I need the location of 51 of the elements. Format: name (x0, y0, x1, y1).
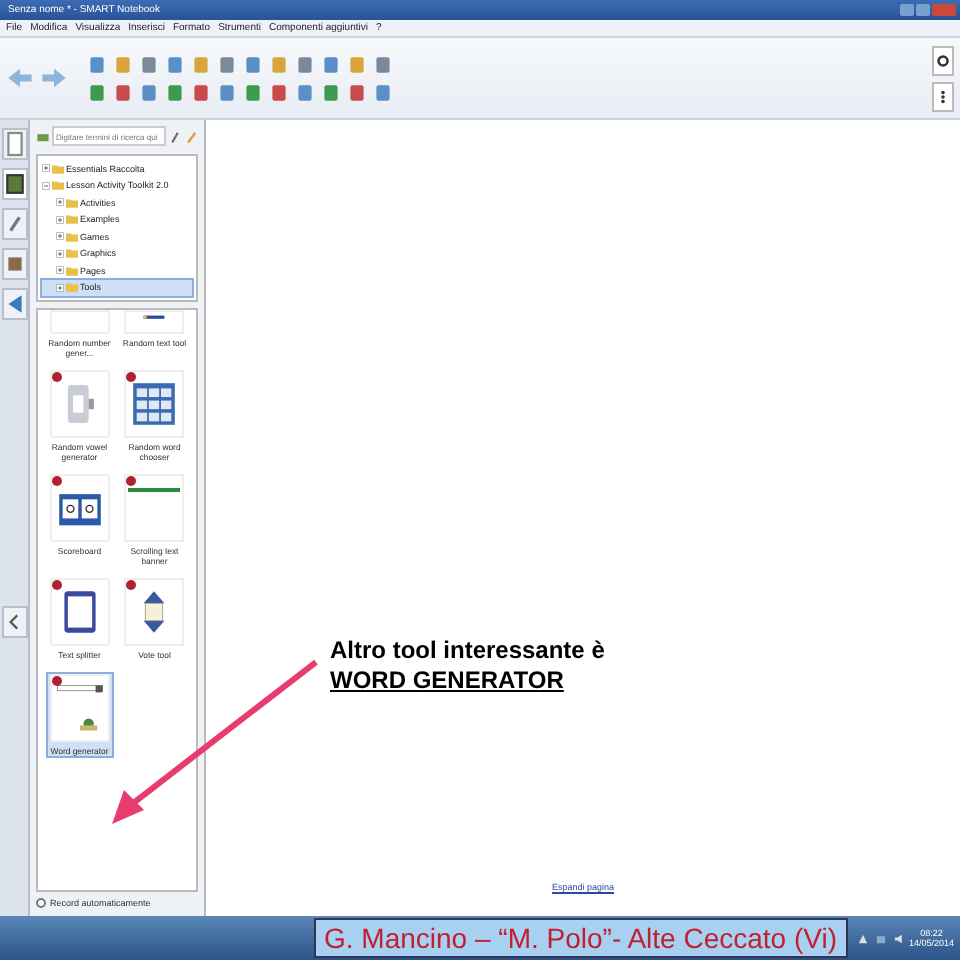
toolbar-tool-icon[interactable] (268, 81, 290, 103)
toolbar-tool-icon[interactable] (346, 81, 368, 103)
toolbar-tool-icon[interactable] (372, 81, 394, 103)
toolbar-tool-icon[interactable] (86, 81, 108, 103)
toolbar-tool-icon[interactable] (138, 53, 160, 75)
banner-drawing (128, 488, 181, 493)
back-arrow-icon[interactable] (6, 66, 34, 90)
expand-icon[interactable] (56, 198, 64, 207)
expand-icon[interactable] (56, 232, 64, 241)
tray-icon[interactable] (855, 931, 869, 945)
toolbar-tool-icon[interactable] (294, 81, 316, 103)
caption-banner: G. Mancino – “M. Polo”- Alte Ceccato (Vi) (314, 918, 847, 958)
toolbar-tool-icon[interactable] (190, 53, 212, 75)
toolbar-tool-icon[interactable] (112, 53, 134, 75)
toolbar-tool-icon[interactable] (138, 81, 160, 103)
toolbar-tool-icon[interactable] (86, 53, 108, 75)
settings-icon[interactable] (932, 45, 954, 75)
addons-tab-icon[interactable] (1, 288, 27, 320)
expand-icon[interactable] (42, 164, 50, 173)
toolbar-tool-icon[interactable] (346, 53, 368, 75)
toolbar-tool-icon[interactable] (164, 81, 186, 103)
attachments-tab-icon[interactable] (1, 208, 27, 240)
toolbar-tool-icon[interactable] (242, 81, 264, 103)
forward-arrow-icon[interactable] (40, 66, 68, 90)
volume-icon[interactable] (891, 931, 905, 945)
more-options-icon[interactable] (932, 81, 954, 111)
expand-icon[interactable] (56, 249, 64, 258)
word-grid-drawing (128, 378, 181, 431)
annotation-text: WORD GENERATOR (330, 666, 566, 696)
expand-icon[interactable] (56, 283, 64, 292)
toolbar-tool-icon[interactable] (372, 53, 394, 75)
collapse-icon[interactable] (1, 606, 27, 638)
gallery-tab-icon[interactable] (1, 168, 27, 200)
checkbox[interactable] (36, 897, 46, 907)
annotation-text: Altro tool interessante è (330, 636, 605, 666)
expand-icon[interactable] (56, 266, 64, 275)
network-icon[interactable] (873, 931, 887, 945)
properties-tab-icon[interactable] (1, 248, 27, 280)
expand-icon[interactable] (56, 215, 64, 224)
toolbar-tool-icon[interactable] (216, 81, 238, 103)
gallery-icon (36, 129, 50, 143)
toolbar-tool-icon[interactable] (268, 53, 290, 75)
word-generator-drawing (53, 682, 106, 735)
toolbar-tool-icon[interactable] (320, 53, 342, 75)
toolbar-tool-icon[interactable] (190, 81, 212, 103)
toolbar-tool-icon[interactable] (320, 81, 342, 103)
toolbar-tool-icon[interactable] (164, 53, 186, 75)
toolbar-tool-icon[interactable] (112, 81, 134, 103)
toolbar-tool-icon[interactable] (216, 53, 238, 75)
toolbar-tool-icon[interactable] (242, 53, 264, 75)
toolbar-tool-icon[interactable] (294, 53, 316, 75)
